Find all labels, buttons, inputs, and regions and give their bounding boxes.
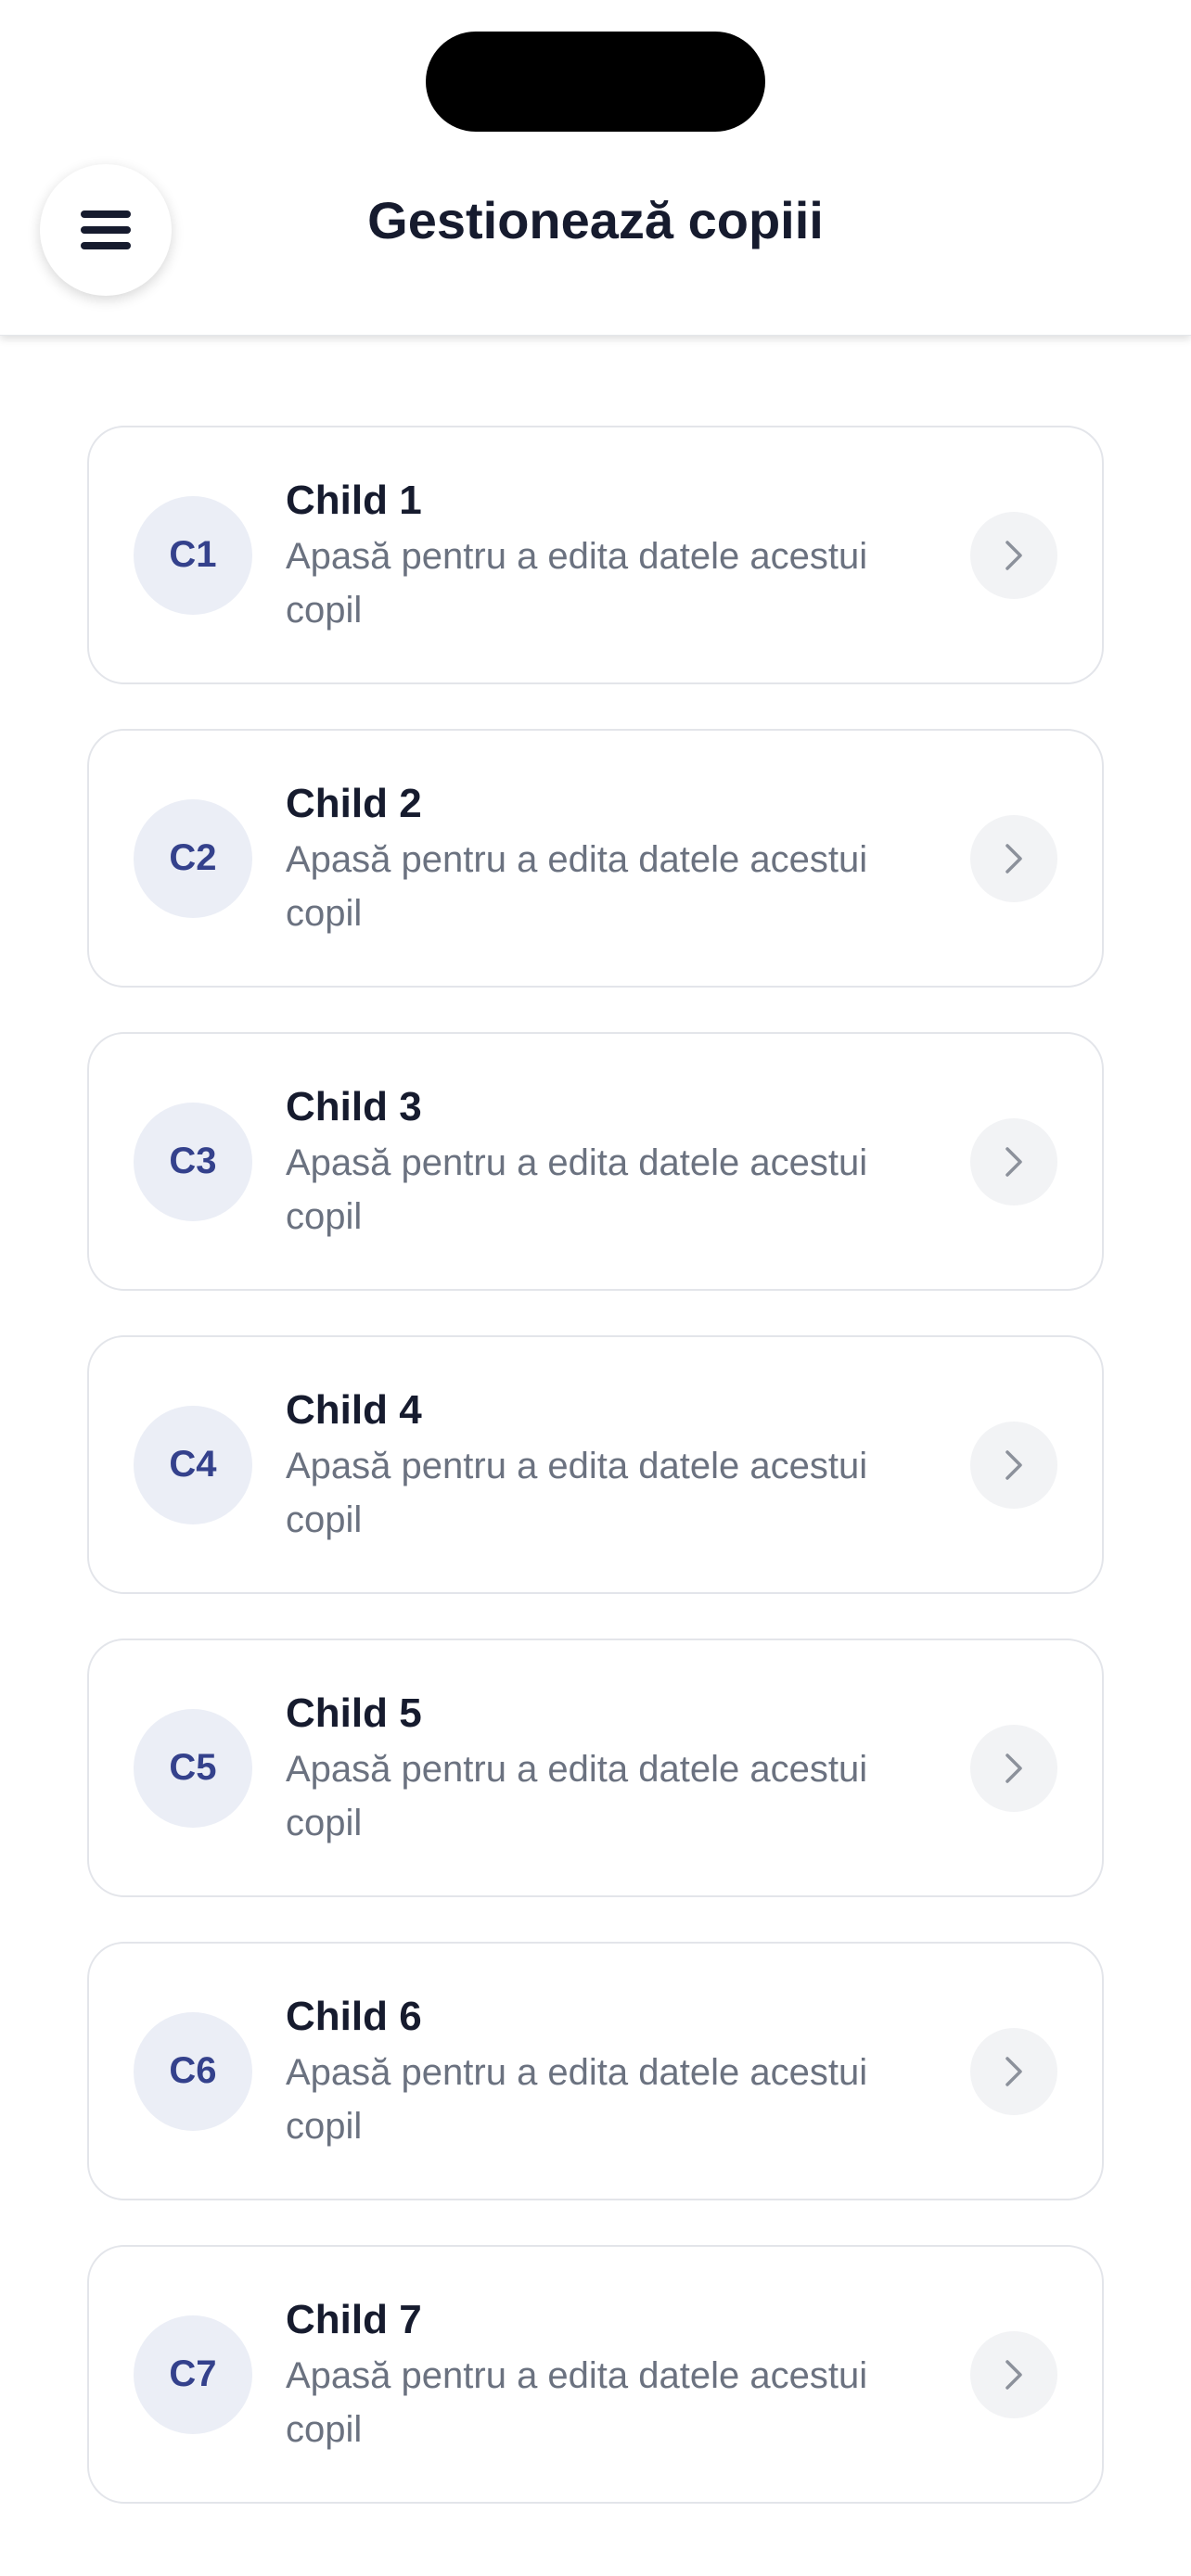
child-name: Child 7	[286, 2296, 422, 2342]
chevron-right-icon	[1005, 540, 1022, 570]
chevron-right-icon	[1005, 1753, 1022, 1783]
page-title: Gestionează copiii	[367, 191, 824, 249]
child-description: Apasă pentru a edita datele acestui copi…	[286, 2051, 868, 2147]
child-card-4[interactable]: C4 Child 4 Apasă pentru a edita datele a…	[87, 1335, 1104, 1594]
chevron-right-icon	[1005, 1146, 1022, 1177]
child-avatar: C6	[134, 2011, 252, 2131]
child-name: Child 6	[286, 1993, 422, 2039]
child-description: Apasă pentru a edita datele acestui copi…	[286, 2354, 868, 2450]
child-description: Apasă pentru a edita datele acestui copi…	[286, 838, 868, 934]
child-card-3[interactable]: C3 Child 3 Apasă pentru a edita datele a…	[87, 1032, 1104, 1291]
chevron-right-button[interactable]	[970, 814, 1057, 902]
child-description: Apasă pentru a edita datele acestui copi…	[286, 535, 868, 631]
child-name: Child 5	[286, 1690, 422, 1736]
child-card-7[interactable]: C7 Child 7 Apasă pentru a edita datele a…	[87, 2245, 1104, 2504]
child-name: Child 1	[286, 477, 422, 523]
child-avatar: C2	[134, 798, 252, 918]
child-avatar: C1	[134, 495, 252, 615]
chevron-right-button[interactable]	[970, 511, 1057, 599]
chevron-right-button[interactable]	[970, 1117, 1057, 1205]
children-list: C1 Child 1 Apasă pentru a edita datele a…	[87, 426, 1104, 2548]
chevron-right-icon	[1005, 2056, 1022, 2086]
child-card-5[interactable]: C5 Child 5 Apasă pentru a edita datele a…	[87, 1639, 1104, 1897]
chevron-right-button[interactable]	[970, 2330, 1057, 2418]
child-avatar: C7	[134, 2315, 252, 2434]
child-name: Child 3	[286, 1083, 422, 1129]
chevron-right-icon	[1005, 2359, 1022, 2390]
child-name: Child 2	[286, 780, 422, 826]
child-name: Child 4	[286, 1386, 422, 1433]
chevron-right-icon	[1005, 1449, 1022, 1480]
child-avatar: C3	[134, 1102, 252, 1221]
child-card-6[interactable]: C6 Child 6 Apasă pentru a edita datele a…	[87, 1942, 1104, 2200]
child-description: Apasă pentru a edita datele acestui copi…	[286, 1141, 868, 1237]
chevron-right-icon	[1005, 843, 1022, 874]
chevron-right-button[interactable]	[970, 1421, 1057, 1509]
child-avatar: C4	[134, 1405, 252, 1524]
chevron-right-button[interactable]	[970, 2027, 1057, 2115]
child-card-1[interactable]: C1 Child 1 Apasă pentru a edita datele a…	[87, 426, 1104, 684]
child-avatar: C5	[134, 1708, 252, 1828]
child-description: Apasă pentru a edita datele acestui copi…	[286, 1445, 868, 1540]
chevron-right-button[interactable]	[970, 1724, 1057, 1812]
child-card-2[interactable]: C2 Child 2 Apasă pentru a edita datele a…	[87, 729, 1104, 988]
child-description: Apasă pentru a edita datele acestui copi…	[286, 1748, 868, 1843]
dynamic-island	[426, 32, 765, 132]
